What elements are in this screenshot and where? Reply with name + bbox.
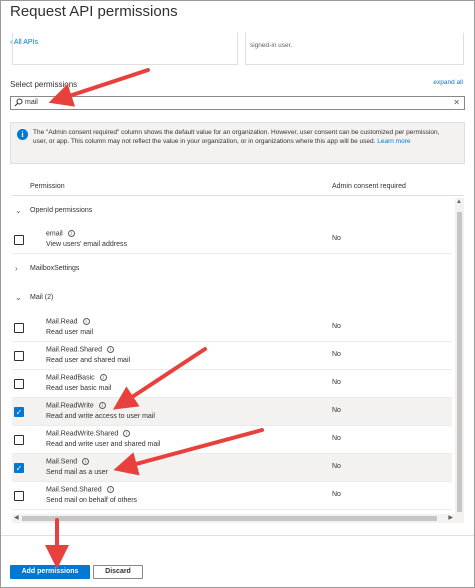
page-title: Request API permissions <box>10 3 178 20</box>
info-icon[interactable]: i <box>98 402 106 409</box>
permission-desc: Read user basic mail <box>46 385 112 392</box>
search-value: mail <box>25 99 38 106</box>
close-icon[interactable]: ✕ <box>453 98 460 107</box>
permission-checkbox[interactable] <box>14 351 24 361</box>
admin-consent-notice: i The "Admin consent required" column sh… <box>10 122 465 164</box>
permission-desc: Read user and shared mail <box>46 357 131 364</box>
group-label: MailboxSettings <box>30 265 80 272</box>
api-card-text: signed-in user. <box>250 42 293 49</box>
info-icon[interactable]: i <box>67 230 75 237</box>
horizontal-scrollbar[interactable]: ◀ ▶ <box>12 514 455 523</box>
info-icon[interactable]: i <box>106 486 114 493</box>
permission-row-mail-read-shared[interactable]: Mail.Read.Shared i Read user and shared m… <box>12 342 452 370</box>
chevron-right-icon: › <box>15 264 18 273</box>
permission-row-mail-send-shared[interactable]: Mail.Send.Shared i Send mail on behalf of… <box>12 482 452 510</box>
notice-text: The "Admin consent required" column show… <box>33 128 453 146</box>
permission-name: Mail.ReadWrite.Shared i <box>46 430 131 437</box>
permission-checkbox[interactable] <box>14 379 24 389</box>
permission-name: Mail.ReadWrite i <box>46 402 106 409</box>
group-openid[interactable]: ⌄ OpenId permissions <box>12 200 452 222</box>
permission-desc: Send mail on behalf of others <box>46 497 138 504</box>
permission-checkbox[interactable] <box>14 435 24 445</box>
scroll-left-icon[interactable]: ◀ <box>14 514 19 521</box>
info-icon[interactable]: i <box>82 458 90 465</box>
back-link-label: All APIs <box>13 39 39 46</box>
permission-name: Mail.ReadBasic i <box>46 374 107 381</box>
scrollbar-thumb[interactable] <box>457 212 462 512</box>
search-icon <box>14 98 23 109</box>
vertical-scrollbar[interactable]: ▲ <box>455 198 464 523</box>
permission-desc: Read user mail <box>46 329 94 336</box>
permission-checkbox[interactable] <box>14 491 24 501</box>
admin-consent-value: No <box>332 463 341 470</box>
permission-name: email i <box>46 230 75 237</box>
permission-name: Mail.Read i <box>46 318 90 325</box>
admin-consent-value: No <box>332 235 341 242</box>
permission-name: Mail.Send.Shared i <box>46 486 114 493</box>
permission-desc: View users' email address <box>46 241 127 248</box>
scrollbar-thumb[interactable] <box>22 516 437 521</box>
info-icon[interactable]: i <box>123 430 131 437</box>
scroll-right-icon[interactable]: ▶ <box>448 514 453 521</box>
admin-consent-value: No <box>332 407 341 414</box>
chevron-down-icon: ⌄ <box>15 206 22 215</box>
permission-row-mail-readbasic[interactable]: Mail.ReadBasic i Read user basic mail No <box>12 370 452 398</box>
chevron-down-icon: ⌄ <box>15 293 22 302</box>
group-mail[interactable]: ⌄ Mail (2) <box>12 287 452 309</box>
info-icon[interactable]: i <box>107 346 115 353</box>
permission-row-mail-send[interactable]: ✓ Mail.Send i Send mail as a user No <box>12 454 452 482</box>
footer-bar <box>1 535 474 587</box>
table-header: Permission Admin consent required <box>12 180 464 196</box>
permission-desc: Read and write access to user mail <box>46 413 155 420</box>
discard-button[interactable]: Discard <box>93 565 143 579</box>
permission-row-mail-read[interactable]: Mail.Read i Read user mail No <box>12 314 452 342</box>
scroll-up-icon[interactable]: ▲ <box>456 199 462 205</box>
permission-name: Mail.Read.Shared i <box>46 346 115 353</box>
permission-checkbox[interactable]: ✓ <box>14 407 24 417</box>
permission-desc: Read and write user and shared mail <box>46 441 161 448</box>
admin-consent-value: No <box>332 435 341 442</box>
api-card-left <box>12 33 238 65</box>
permission-row-mail-readwrite-shared[interactable]: Mail.ReadWrite.Shared i Read and write us… <box>12 426 452 454</box>
admin-consent-value: No <box>332 491 341 498</box>
group-mailboxsettings[interactable]: › MailboxSettings <box>12 258 452 280</box>
permission-row-email[interactable]: email i View users' email address No <box>12 226 452 254</box>
column-permission: Permission <box>30 183 65 190</box>
group-label: OpenId permissions <box>30 207 93 214</box>
permission-row-mail-readwrite[interactable]: ✓ Mail.ReadWrite i Read and write access … <box>12 398 452 426</box>
info-icon: i <box>17 129 28 140</box>
learn-more-link[interactable]: Learn more <box>377 138 410 145</box>
info-icon[interactable]: i <box>99 374 107 381</box>
api-card-right: signed-in user. <box>245 33 464 65</box>
permission-checkbox[interactable]: ✓ <box>14 463 24 473</box>
permission-checkbox[interactable] <box>14 235 24 245</box>
info-icon[interactable]: i <box>82 318 90 325</box>
add-permissions-button[interactable]: Add permissions <box>10 565 90 579</box>
permission-desc: Send mail as a user <box>46 469 108 476</box>
chevron-left-icon: ‹ <box>10 39 13 46</box>
group-label: Mail (2) <box>30 294 54 301</box>
admin-consent-value: No <box>332 323 341 330</box>
permission-name: Mail.Send i <box>46 458 90 465</box>
admin-consent-value: No <box>332 379 341 386</box>
permission-search-input[interactable]: mail ✕ <box>10 96 465 110</box>
permission-list: ⌄ OpenId permissions email i View users' … <box>12 198 464 523</box>
admin-consent-value: No <box>332 351 341 358</box>
select-permissions-label: Select permissions <box>10 80 78 89</box>
permission-checkbox[interactable] <box>14 323 24 333</box>
expand-all-link[interactable]: expand all <box>433 79 463 86</box>
column-admin-consent: Admin consent required <box>332 183 406 190</box>
back-link[interactable]: ‹ All APIs <box>10 39 38 46</box>
